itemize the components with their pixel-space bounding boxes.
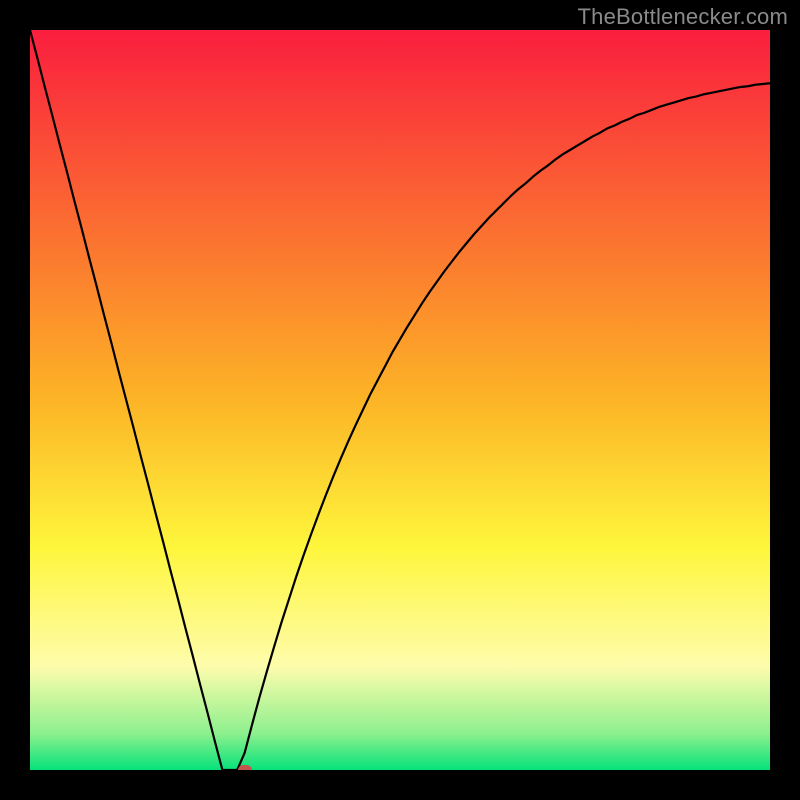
plot-area bbox=[30, 30, 770, 770]
optimum-marker bbox=[238, 765, 252, 770]
bottleneck-curve bbox=[30, 30, 770, 770]
watermark-text: TheBottlenecker.com bbox=[578, 4, 788, 30]
chart-frame: TheBottlenecker.com bbox=[0, 0, 800, 800]
